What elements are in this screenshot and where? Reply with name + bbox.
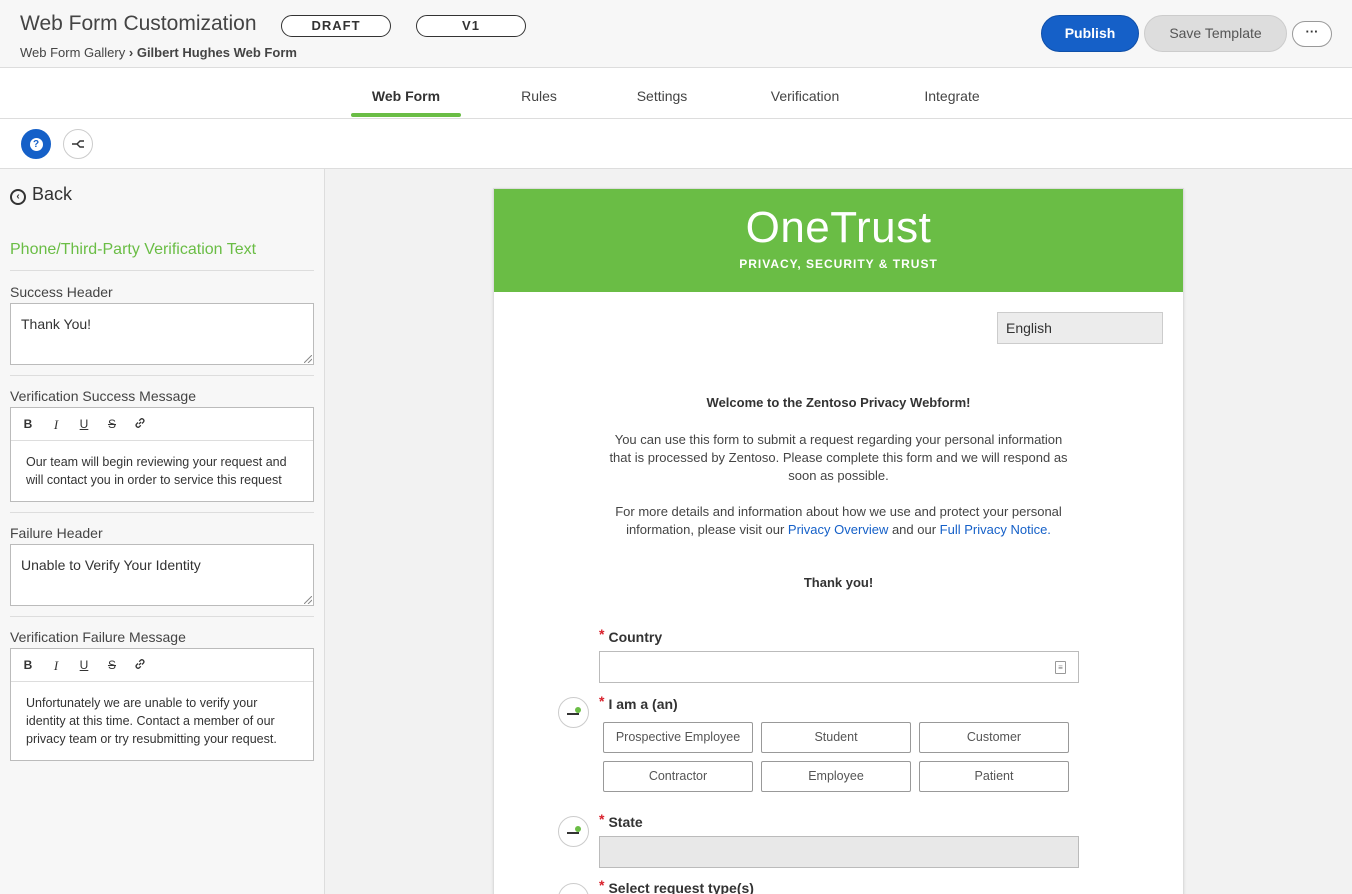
back-button[interactable]: ‹ Back <box>10 184 72 205</box>
tab-web-form[interactable]: Web Form <box>351 88 461 104</box>
details-paragraph: For more details and information about h… <box>604 503 1073 539</box>
divider <box>10 375 314 376</box>
tab-bar: Web Form Rules Settings Verification Int… <box>0 68 1352 119</box>
success-header-label: Success Header <box>10 284 113 300</box>
rte-toolbar: B I U S <box>11 649 313 682</box>
country-label: * Country <box>599 626 662 645</box>
italic-button[interactable]: I <box>49 658 63 674</box>
underline-button[interactable]: U <box>77 417 91 431</box>
country-select[interactable]: ≡ <box>599 651 1079 683</box>
failure-header-label: Failure Header <box>10 525 103 541</box>
required-mark: * <box>599 811 605 827</box>
bold-button[interactable]: B <box>21 417 35 431</box>
intro-paragraph: You can use this form to submit a reques… <box>609 432 1068 483</box>
strikethrough-button[interactable]: S <box>105 658 119 672</box>
details-text-mid: and our <box>888 522 940 537</box>
page-title: Web Form Customization <box>20 12 257 35</box>
option-customer[interactable]: Customer <box>919 722 1069 753</box>
strikethrough-button[interactable]: S <box>105 417 119 431</box>
tab-settings[interactable]: Settings <box>617 88 707 104</box>
tab-rules[interactable]: Rules <box>499 88 579 104</box>
success-header-value: Thank You! <box>21 316 92 332</box>
help-button[interactable]: ? <box>21 129 51 159</box>
full-privacy-notice-link[interactable]: Full Privacy Notice. <box>940 522 1051 537</box>
status-badge: DRAFT <box>281 15 391 37</box>
resize-handle-icon[interactable] <box>304 355 312 363</box>
tab-verification[interactable]: Verification <box>755 88 855 104</box>
state-select[interactable] <box>599 836 1079 868</box>
version-badge: V1 <box>416 15 526 37</box>
language-select[interactable]: English <box>997 312 1163 344</box>
form-preview-area: OneTrust PRIVACY, SECURITY & TRUST Engli… <box>325 169 1352 894</box>
logic-toggle-button[interactable] <box>63 129 93 159</box>
header-bar: Web Form Customization DRAFT V1 Web Form… <box>0 0 1352 68</box>
divider <box>10 512 314 513</box>
branch-line-icon <box>567 832 579 834</box>
list-icon: ≡ <box>1055 661 1066 674</box>
failure-message-label: Verification Failure Message <box>10 629 186 645</box>
state-label: * State <box>599 811 643 830</box>
resize-handle-icon[interactable] <box>304 596 312 604</box>
breadcrumb-separator: › <box>128 45 134 60</box>
failure-message-text: Unfortunately we are unable to verify yo… <box>26 696 277 746</box>
logic-branch-indicator[interactable] <box>558 697 589 728</box>
iam-label-text: I am a (an) <box>608 696 678 712</box>
option-patient[interactable]: Patient <box>919 761 1069 792</box>
required-mark: * <box>599 693 605 709</box>
thanks-text: Thank you! <box>803 575 874 590</box>
publish-button[interactable]: Publish <box>1041 15 1139 52</box>
option-contractor[interactable]: Contractor <box>603 761 753 792</box>
request-type-label-text: Select request type(s) <box>608 880 754 894</box>
bold-button[interactable]: B <box>21 658 35 672</box>
active-tab-indicator <box>351 113 461 117</box>
failure-message-editor[interactable]: B I U S Unfortunately we are unable to v… <box>10 648 314 761</box>
request-type-label: * Select request type(s) <box>599 877 754 894</box>
failure-header-value: Unable to Verify Your Identity <box>21 557 201 573</box>
success-message-text: Our team will begin reviewing your reque… <box>26 455 287 487</box>
italic-button[interactable]: I <box>49 417 63 433</box>
active-dot-icon <box>575 826 581 832</box>
branch-icon <box>72 140 84 148</box>
logic-branch-indicator[interactable] <box>558 883 589 894</box>
state-label-text: State <box>608 814 643 830</box>
rte-toolbar: B I U S <box>11 408 313 441</box>
success-header-input[interactable]: Thank You! <box>10 303 314 365</box>
iam-label: * I am a (an) <box>599 693 678 712</box>
back-arrow-icon: ‹ <box>10 189 26 205</box>
brand-tagline: PRIVACY, SECURITY & TRUST <box>739 257 938 271</box>
section-title: Phone/Third-Party Verification Text <box>10 241 257 258</box>
success-message-label: Verification Success Message <box>10 388 196 404</box>
success-message-editor[interactable]: B I U S Our team will begin reviewing yo… <box>10 407 314 502</box>
form-banner: OneTrust PRIVACY, SECURITY & TRUST <box>494 189 1183 292</box>
country-label-text: Country <box>608 629 663 645</box>
save-template-button[interactable]: Save Template <box>1144 15 1287 52</box>
welcome-heading: Welcome to the Zentoso Privacy Webform! <box>706 395 971 410</box>
back-label: Back <box>32 184 73 204</box>
breadcrumb-parent-link[interactable]: Web Form Gallery <box>20 45 125 60</box>
failure-header-input[interactable]: Unable to Verify Your Identity <box>10 544 314 606</box>
privacy-overview-link[interactable]: Privacy Overview <box>788 522 888 537</box>
tool-row: ? <box>0 119 1352 169</box>
branch-line-icon <box>567 713 579 715</box>
breadcrumb-current: Gilbert Hughes Web Form <box>136 45 297 60</box>
brand-logo: OneTrust <box>745 203 932 252</box>
active-dot-icon <box>575 707 581 713</box>
underline-button[interactable]: U <box>77 658 91 672</box>
required-mark: * <box>599 877 605 893</box>
logic-branch-indicator[interactable] <box>558 816 589 847</box>
required-mark: * <box>599 626 605 642</box>
option-employee[interactable]: Employee <box>761 761 911 792</box>
link-icon[interactable] <box>133 417 147 432</box>
tab-integrate[interactable]: Integrate <box>907 88 997 104</box>
option-student[interactable]: Student <box>761 722 911 753</box>
option-prospective-employee[interactable]: Prospective Employee <box>603 722 753 753</box>
web-form-preview: OneTrust PRIVACY, SECURITY & TRUST Engli… <box>493 188 1184 894</box>
divider <box>10 616 314 617</box>
link-icon[interactable] <box>133 658 147 673</box>
divider <box>10 270 314 271</box>
left-panel: ‹ Back Phone/Third-Party Verification Tex… <box>0 169 325 894</box>
breadcrumb: Web Form Gallery › Gilbert Hughes Web Fo… <box>20 45 297 60</box>
more-options-button[interactable]: ··· <box>1292 21 1332 47</box>
question-icon: ? <box>29 138 43 151</box>
